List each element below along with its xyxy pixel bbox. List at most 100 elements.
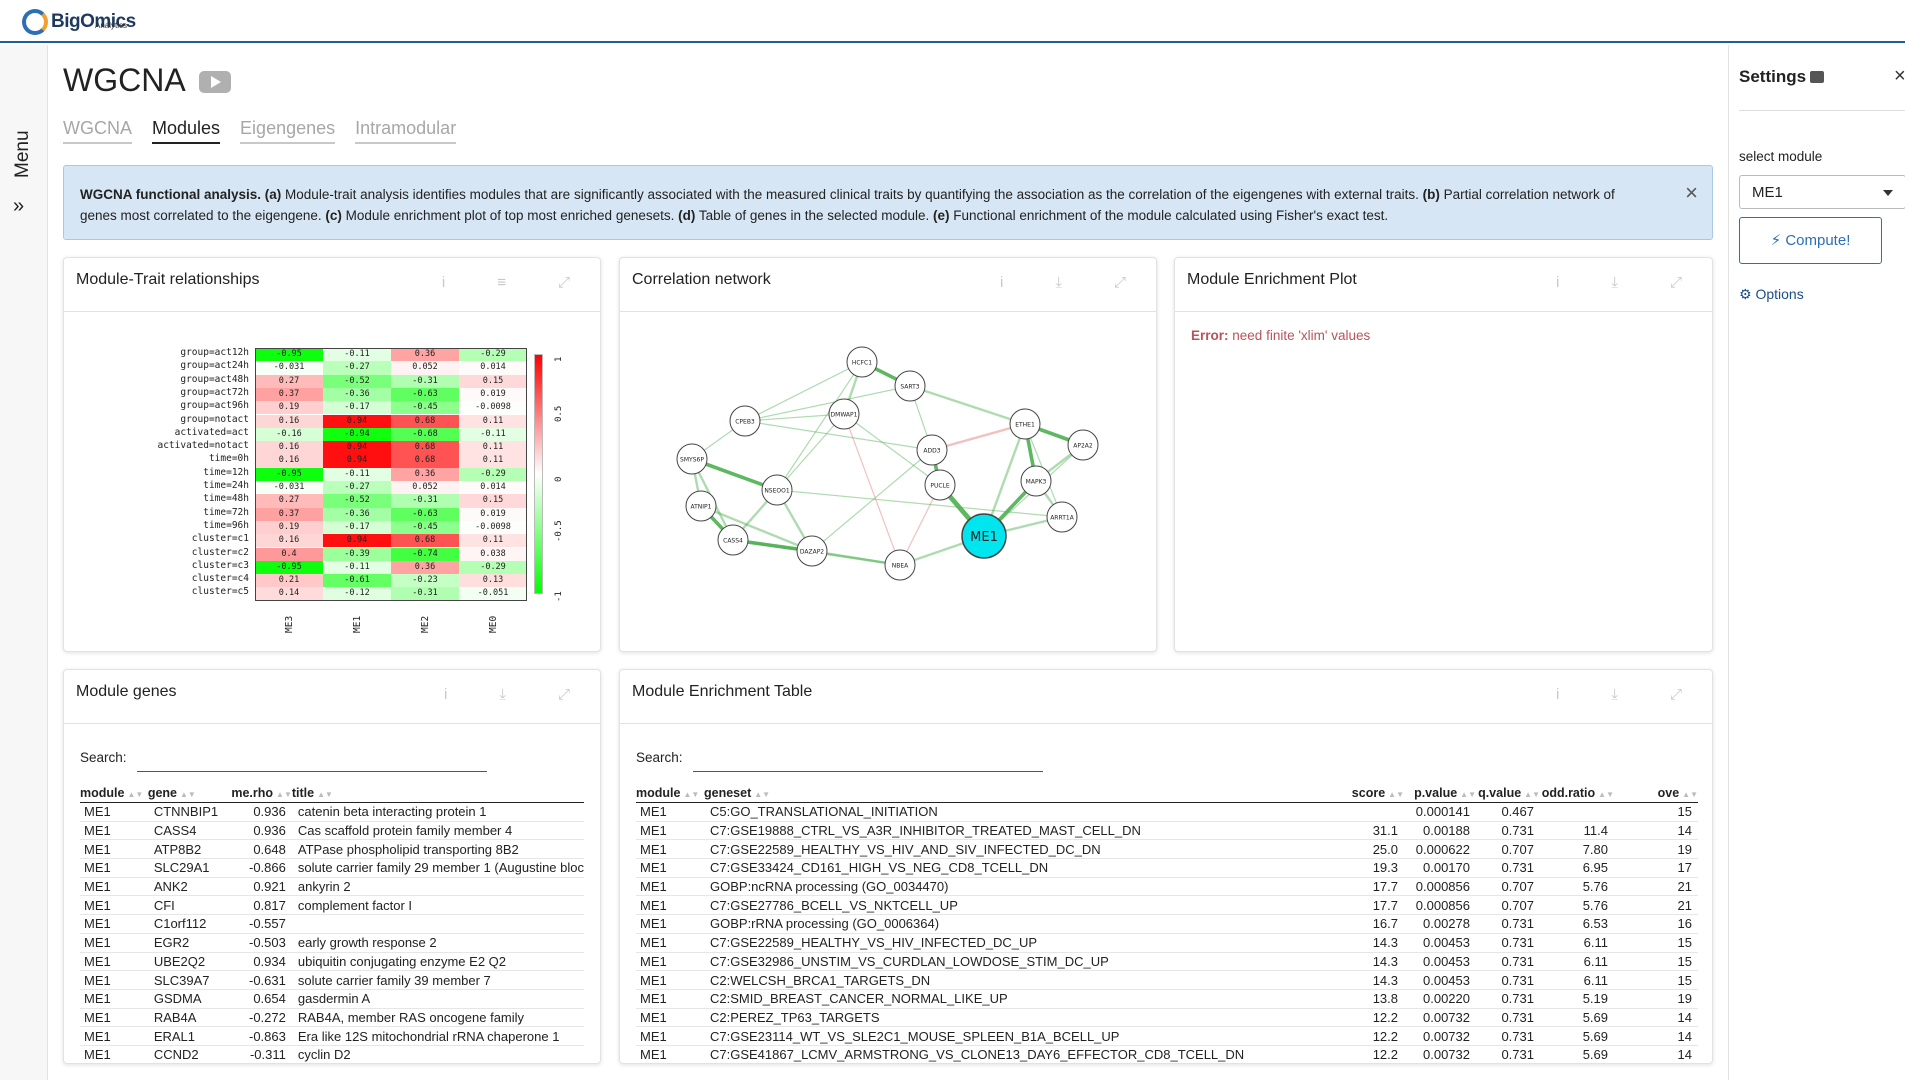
column-header[interactable]: geneset ▲▼	[704, 784, 1344, 803]
table-row[interactable]: ME1 C7:GSE22589_HEALTHY_VS_HIV_INFECTED_D…	[636, 933, 1698, 953]
download-icon[interactable]: ⤓	[1055, 274, 1062, 291]
close-icon[interactable]: ×	[1894, 65, 1905, 88]
table-row[interactable]: ME1 SLC39A7 -0.631 solute carrier family 39…	[80, 970, 584, 990]
sort-icon[interactable]: ▲▼	[127, 790, 143, 799]
module-trait-card: Module-Trait relationships i ≡ ⤢ group=a…	[63, 257, 601, 652]
network-node[interactable]: DMWAP1	[828, 398, 860, 430]
table-row[interactable]: ME1 C7:GSE33424_CD161_HIGH_VS_NEG_CD8_TCE…	[636, 858, 1698, 878]
tab-eigengenes[interactable]: Eigengenes	[240, 118, 336, 144]
network-node[interactable]: NSEOO1	[761, 474, 793, 506]
network-node[interactable]: HCFC1	[846, 346, 878, 378]
table-row[interactable]: ME1 CTNNBIP1 0.936 catenin beta interacting…	[80, 802, 584, 822]
table-row[interactable]: ME1 C5:GO_TRANSLATIONAL_INITIATION 0.00014…	[636, 802, 1698, 822]
table-row[interactable]: ME1 C7:GSE27786_BCELL_VS_NKTCELL_UP 17.7 0.…	[636, 895, 1698, 916]
expand-icon[interactable]: ⤢	[1670, 274, 1682, 291]
table-row[interactable]: ME1 C2:SMID_BREAST_CANCER_NORMAL_LIKE_UP 1…	[636, 989, 1698, 1009]
table-row[interactable]: ME1 SLC29A1 -0.866 solute carrier family 29…	[80, 858, 584, 878]
table-row[interactable]: ME1 EGR2 -0.503 early growth response 2	[80, 933, 584, 953]
table-row[interactable]: ME1 UBE2Q2 0.934 ubiquitin conjugating enzy…	[80, 952, 584, 972]
download-icon[interactable]: ⤓	[499, 686, 506, 703]
search-input[interactable]	[136, 742, 487, 772]
youtube-play-icon[interactable]	[199, 71, 231, 93]
column-header[interactable]: score ▲▼	[1344, 784, 1404, 803]
table-row[interactable]: ME1 C1orf112 -0.557	[80, 914, 584, 934]
column-header[interactable]: me.rho ▲▼	[231, 784, 292, 803]
info-icon[interactable]: i	[442, 274, 445, 291]
table-row[interactable]: ME1 GOBP:rRNA processing (GO_0006364) 16.7…	[636, 914, 1698, 934]
table-row[interactable]: ME1 ERAL1 -0.863 Era like 12S mitochondrial…	[80, 1026, 584, 1046]
network-node[interactable]: ATNIP1	[685, 490, 717, 522]
sort-icon[interactable]: ▲▼	[1682, 790, 1698, 799]
options-link[interactable]: ⚙ Options	[1739, 286, 1804, 303]
expand-icon[interactable]: ⤢	[1114, 274, 1126, 291]
table-row[interactable]: ME1 C7:GSE32986_UNSTIM_VS_CURDLAN_LOWDOSE…	[636, 952, 1698, 972]
column-header[interactable]: module ▲▼	[80, 784, 148, 803]
column-header[interactable]: p.value ▲▼	[1404, 784, 1476, 803]
network-node[interactable]: DAZAP2	[796, 535, 828, 567]
column-header[interactable]: module ▲▼	[636, 784, 704, 803]
sort-icon[interactable]: ▲▼	[317, 790, 333, 799]
network-node[interactable]: SART3	[894, 370, 926, 402]
info-icon[interactable]: i	[1556, 686, 1559, 703]
sort-icon[interactable]: ▲▼	[1460, 790, 1476, 799]
table-row[interactable]: ME1 C2:PEREZ_TP63_TARGETS 12.2 0.00732 0.731…	[636, 1008, 1698, 1028]
download-icon[interactable]: ⤓	[1611, 686, 1618, 703]
network-node[interactable]: ME1	[961, 513, 1007, 559]
column-header[interactable]: title ▲▼	[291, 784, 584, 803]
table-row[interactable]: ME1 CCND2 -0.311 cyclin D2	[80, 1045, 584, 1063]
info-icon[interactable]: i	[444, 686, 447, 703]
unlock-icon[interactable]	[1810, 71, 1825, 83]
table-row[interactable]: ME1 C7:GSE22589_HEALTHY_VS_HIV_AND_SIV_IN…	[636, 839, 1698, 860]
table-row[interactable]: ME1 C7:GSE23114_WT_VS_SLE2C1_MOUSE_SPLEEN…	[636, 1026, 1698, 1046]
column-header[interactable]: gene ▲▼	[147, 784, 232, 803]
chevron-right-icon[interactable]: »	[13, 195, 24, 218]
network-node[interactable]: PUCLE	[924, 469, 956, 501]
expand-icon[interactable]: ⤢	[558, 686, 570, 703]
sort-icon[interactable]: ▲▼	[683, 790, 699, 799]
table-cell: ME1	[80, 877, 148, 897]
table-row[interactable]: ME1 C7:GSE19888_CTRL_VS_A3R_INHIBITOR_TRE…	[636, 821, 1698, 841]
menu-icon[interactable]: ≡	[497, 274, 506, 291]
network-node[interactable]: ADD3	[916, 434, 948, 466]
search-input[interactable]	[692, 742, 1043, 772]
tab-wgcna[interactable]: WGCNA	[63, 118, 132, 144]
table-row[interactable]: ME1 ANK2 0.921 ankyrin 2	[80, 877, 584, 897]
sort-icon[interactable]: ▲▼	[754, 790, 770, 799]
network-node[interactable]: AP2A2	[1067, 429, 1099, 461]
network-node[interactable]: MAPK3	[1020, 465, 1052, 497]
network-node[interactable]: NBEA	[884, 549, 916, 581]
table-row[interactable]: ME1 CASS4 0.936 Cas scaffold protein family…	[80, 821, 584, 841]
expand-icon[interactable]: ⤢	[1670, 686, 1682, 703]
sort-icon[interactable]: ▲▼	[1524, 790, 1540, 799]
expand-icon[interactable]: ⤢	[558, 274, 570, 291]
table-cell: ME1	[80, 970, 148, 990]
table-row[interactable]: ME1 C7:GSE41867_LCMV_ARMSTRONG_VS_CLONE13…	[636, 1045, 1698, 1063]
close-icon[interactable]: ×	[1685, 182, 1698, 204]
network-node[interactable]: ETHE1	[1009, 408, 1041, 440]
tab-intramodular[interactable]: Intramodular	[355, 118, 457, 144]
table-row[interactable]: ME1 CFI 0.817 complement factor I	[80, 895, 584, 916]
table-row[interactable]: ME1 C2:WELCSH_BRCA1_TARGETS_DN 14.3 0.00453…	[636, 970, 1698, 990]
column-header[interactable]: odd.ratio ▲▼	[1540, 784, 1614, 803]
table-row[interactable]: ME1 GOBP:ncRNA processing (GO_0034470) 17.…	[636, 877, 1698, 897]
select-module-dropdown[interactable]: ME1	[1739, 175, 1905, 209]
column-header[interactable]: q.value ▲▼	[1476, 784, 1540, 803]
network-node[interactable]: ARRT1A	[1046, 501, 1078, 533]
sort-icon[interactable]: ▲▼	[1388, 790, 1404, 799]
menu-toggle-label[interactable]: Menu	[12, 118, 34, 178]
table-row[interactable]: ME1 ATP8B2 0.648 ATPase phospholipid transp…	[80, 839, 584, 860]
compute-button[interactable]: ⚡ Compute!	[1739, 217, 1882, 264]
network-node[interactable]: SMYS6P	[676, 443, 708, 475]
info-icon[interactable]: i	[1556, 274, 1559, 291]
table-row[interactable]: ME1 RAB4A -0.272 RAB4A, member RAS oncogene…	[80, 1008, 584, 1028]
network-node[interactable]: CPEB3	[729, 405, 761, 437]
sort-icon[interactable]: ▲▼	[276, 790, 292, 799]
sort-icon[interactable]: ▲▼	[180, 790, 196, 799]
sort-icon[interactable]: ▲▼	[1598, 790, 1614, 799]
info-icon[interactable]: i	[1000, 274, 1003, 291]
table-row[interactable]: ME1 GSDMA 0.654 gasdermin A	[80, 989, 584, 1009]
network-node[interactable]: CASS4	[717, 524, 749, 556]
tab-modules[interactable]: Modules	[152, 118, 221, 144]
column-header[interactable]: ove ▲▼	[1614, 784, 1698, 803]
download-icon[interactable]: ⤓	[1611, 274, 1618, 291]
